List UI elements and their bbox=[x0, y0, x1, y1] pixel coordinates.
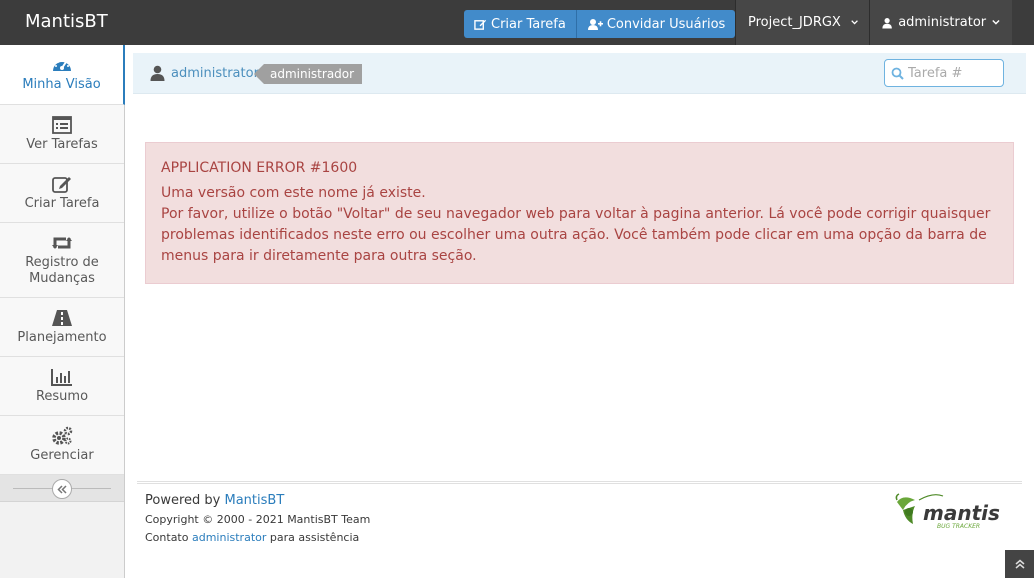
sidebar: Minha Visão Ver Tarefas Criar Tarefa Reg… bbox=[0, 45, 125, 578]
contact-line: Contato administrator para assistência bbox=[145, 529, 370, 547]
edit-icon bbox=[474, 19, 487, 30]
breadcrumb-user: administrator bbox=[150, 65, 259, 81]
top-navbar: MantisBT Criar Tarefa Convidar Usuários … bbox=[0, 0, 1034, 45]
double-chevron-left-icon bbox=[57, 484, 67, 494]
user-plus-icon bbox=[587, 18, 603, 30]
sidebar-item-label: Ver Tarefas bbox=[26, 137, 98, 152]
scroll-to-top-button[interactable] bbox=[1005, 550, 1034, 578]
sidebar-item-label: Minha Visão bbox=[22, 77, 101, 92]
sidebar-item-summary[interactable]: Resumo bbox=[0, 357, 124, 416]
error-title: APPLICATION ERROR #1600 bbox=[161, 160, 358, 176]
powered-by-text: Powered by bbox=[145, 493, 221, 508]
sidebar-item-view-issues[interactable]: Ver Tarefas bbox=[0, 105, 124, 164]
sidebar-item-label: Planejamento bbox=[17, 330, 107, 345]
footer-divider bbox=[137, 481, 1022, 484]
error-alert: APPLICATION ERROR #1600 Uma versão com e… bbox=[145, 142, 1014, 284]
sidebar-collapse-button[interactable] bbox=[52, 479, 72, 499]
sidebar-item-label: Gerenciar bbox=[30, 448, 94, 463]
sidebar-item-label: Criar Tarefa bbox=[24, 196, 100, 211]
sidebar-item-label: Resumo bbox=[35, 389, 89, 404]
double-chevron-up-icon bbox=[1015, 559, 1024, 569]
gears-icon bbox=[52, 426, 73, 445]
sidebar-item-my-view[interactable]: Minha Visão bbox=[0, 45, 125, 105]
breadcrumb: administrator administrador bbox=[133, 53, 1026, 94]
sidebar-item-manage[interactable]: Gerenciar bbox=[0, 416, 124, 475]
logo-tagline: BUG TRACKER bbox=[937, 523, 980, 530]
project-selector[interactable]: Project_JDRGX bbox=[735, 0, 870, 45]
create-issue-label: Criar Tarefa bbox=[491, 16, 566, 32]
sidebar-item-report-issue[interactable]: Criar Tarefa bbox=[0, 164, 124, 223]
user-icon bbox=[882, 17, 892, 29]
issue-search bbox=[884, 59, 1004, 87]
error-message: Uma versão com este nome já existe. bbox=[161, 185, 426, 201]
sidebar-item-roadmap[interactable]: Planejamento bbox=[0, 298, 124, 357]
invite-users-label: Convidar Usuários bbox=[606, 16, 726, 32]
logo-wordmark: mantis bbox=[923, 501, 1000, 525]
road-icon bbox=[52, 310, 72, 326]
edit-icon bbox=[52, 177, 71, 193]
user-name: administrator bbox=[898, 15, 987, 30]
list-icon bbox=[52, 116, 72, 134]
contact-suffix: para assistência bbox=[269, 531, 360, 544]
contact-prefix: Contato bbox=[145, 531, 189, 544]
retweet-icon bbox=[52, 237, 72, 249]
chevron-down-icon bbox=[851, 20, 858, 25]
user-menu[interactable]: administrator bbox=[869, 0, 1012, 45]
sidebar-item-changelog[interactable]: Registro de Mudanças bbox=[0, 223, 124, 298]
chevron-down-icon bbox=[992, 20, 1000, 25]
dashboard-icon bbox=[52, 59, 71, 71]
mantisbt-link[interactable]: MantisBT bbox=[225, 493, 285, 508]
contact-admin-link[interactable]: administrator bbox=[192, 531, 266, 544]
mantis-logo[interactable]: mantis BUG TRACKER bbox=[893, 490, 1003, 534]
user-icon bbox=[150, 65, 165, 81]
brand-logo[interactable]: MantisBT bbox=[25, 11, 108, 32]
copyright-text: Copyright © 2000 - 2021 MantisBT Team bbox=[145, 513, 371, 526]
access-level-badge: administrador bbox=[253, 64, 363, 84]
project-name: Project_JDRGX bbox=[748, 15, 841, 30]
bar-chart-icon bbox=[51, 369, 72, 386]
issue-search-input[interactable] bbox=[908, 65, 998, 81]
error-hint: Por favor, utilize o botão "Voltar" de s… bbox=[161, 206, 991, 264]
invite-users-button[interactable]: Convidar Usuários bbox=[576, 10, 736, 38]
create-issue-button[interactable]: Criar Tarefa bbox=[464, 10, 577, 38]
powered-by-line: Powered by MantisBT bbox=[145, 493, 370, 508]
sidebar-collapse-bar bbox=[0, 475, 124, 502]
footer: Powered by MantisBT Copyright © 2000 - 2… bbox=[145, 493, 370, 547]
sidebar-item-label: Registro de Mudanças bbox=[25, 255, 99, 286]
breadcrumb-user-link[interactable]: administrator bbox=[171, 66, 259, 81]
search-icon bbox=[891, 67, 904, 80]
navbar-button-group: Criar Tarefa Convidar Usuários bbox=[464, 10, 736, 38]
